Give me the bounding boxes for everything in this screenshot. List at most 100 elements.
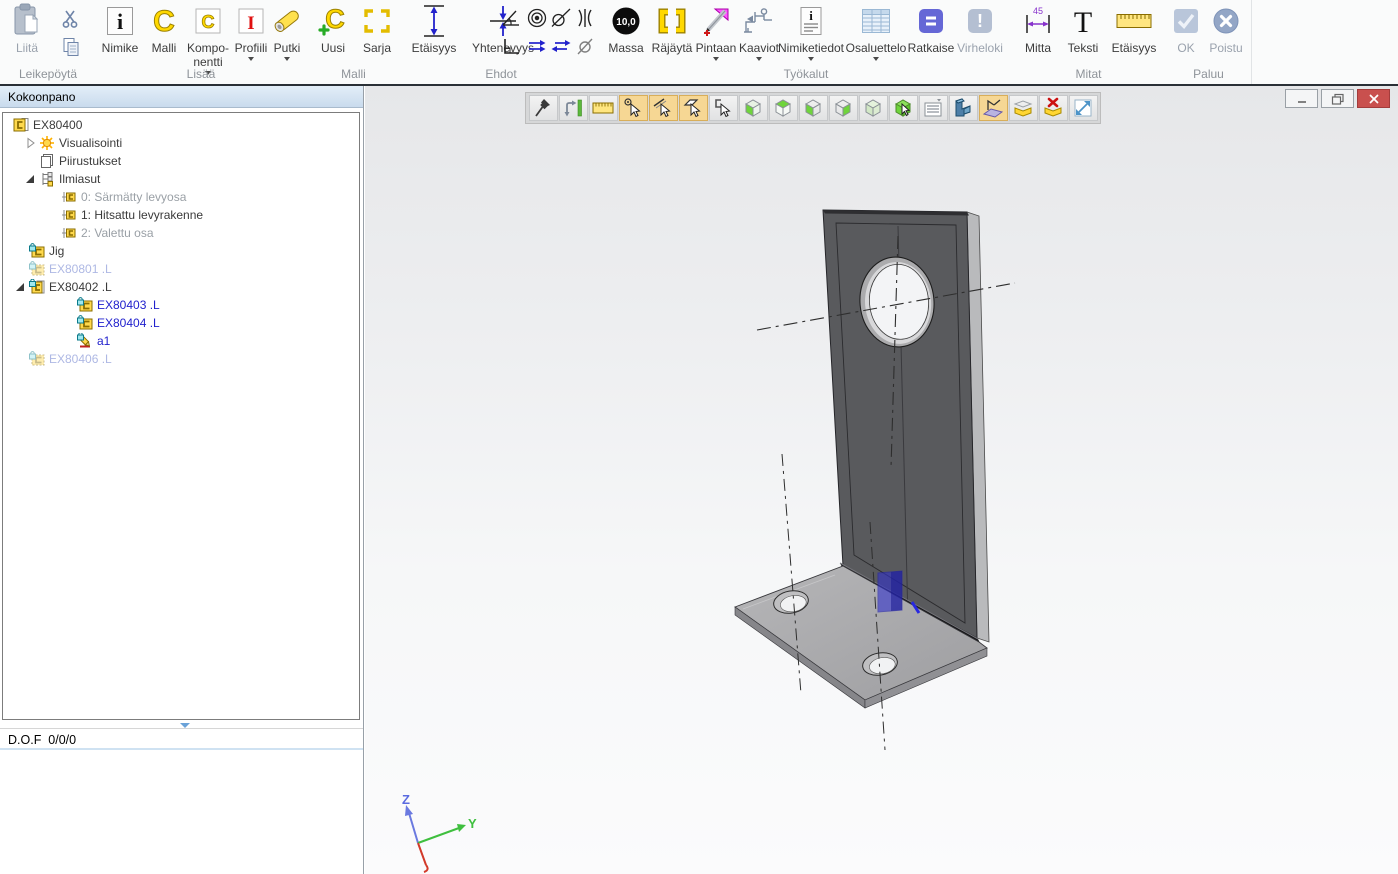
chevron-down-icon — [756, 57, 762, 61]
antiparallel-constraint-button[interactable] — [549, 34, 573, 58]
component-button[interactable]: C Kompo- nentti — [184, 2, 232, 75]
tree-item[interactable]: EX80403 .L — [3, 296, 359, 314]
tree-item-label: 2: Valettu osa — [81, 226, 154, 240]
select-component-button[interactable] — [709, 95, 738, 121]
assembly-tree[interactable]: EX80400VisualisointiPiirustuksetIlmiasut… — [2, 112, 360, 720]
antiparallel-constraint-icon — [550, 35, 572, 57]
ok-button[interactable]: OK — [1168, 2, 1204, 54]
tree-item[interactable]: EX80400 — [3, 116, 359, 134]
item-info-icon: i — [106, 2, 134, 40]
error-log-button[interactable]: ! Virheloki — [953, 2, 1007, 54]
svg-text:45: 45 — [1033, 6, 1043, 16]
text-icon: T — [1069, 2, 1097, 40]
schematics-button[interactable]: Kaaviot — [737, 2, 781, 61]
component-icon: C — [194, 2, 222, 40]
expander-expanded-icon[interactable] — [13, 279, 29, 295]
group-label-dimensions: Mitat — [1011, 67, 1166, 81]
expander-expanded-icon[interactable] — [23, 171, 39, 187]
viewport[interactable]: Z Y — [365, 86, 1398, 874]
pin-button[interactable] — [529, 95, 558, 121]
copy-button[interactable] — [60, 36, 82, 58]
tree-item[interactable]: 2: Valettu osa — [3, 224, 359, 242]
ribbon-group-constraints: Etäisyys Yhtenevyys — [401, 0, 602, 84]
profile-button[interactable]: I Profiili — [232, 2, 270, 61]
tangent-constraint-button[interactable] — [549, 6, 573, 30]
measure-route-button[interactable] — [559, 95, 588, 121]
text-button[interactable]: T Teksti — [1063, 2, 1103, 54]
concentric-constraint-button[interactable] — [525, 6, 549, 30]
series-icon — [362, 2, 392, 40]
pipe-button[interactable]: Putki — [270, 2, 304, 61]
cube-solid-button[interactable] — [859, 95, 888, 121]
cube-top-face-button[interactable] — [769, 95, 798, 121]
measure-distance-button[interactable]: Etäisyys — [1105, 2, 1163, 54]
tree-item[interactable]: a1 — [3, 332, 359, 350]
axis-z-label: Z — [402, 792, 410, 807]
solve-button[interactable]: Ratkaise — [909, 2, 953, 54]
tree-item[interactable]: EX80801 .L — [3, 260, 359, 278]
mass-button[interactable]: 10,0 Massa — [603, 2, 649, 54]
tree-item[interactable]: 1: Hitsattu levyrakenne — [3, 206, 359, 224]
ruler-icon — [592, 101, 614, 115]
expand-view-button[interactable] — [1069, 95, 1098, 121]
restore-button[interactable] — [1321, 89, 1354, 108]
angle-constraint-button[interactable] — [499, 6, 523, 30]
model-button[interactable]: C Malli — [144, 2, 184, 54]
expander-collapsed-icon[interactable] — [23, 135, 39, 151]
svg-text:C: C — [202, 12, 215, 32]
measure-button[interactable] — [589, 95, 618, 121]
mass-icon: 10,0 — [611, 2, 641, 40]
parallel-constraint-button[interactable] — [525, 34, 549, 58]
offset-constraint-button[interactable] — [573, 34, 597, 58]
model-canvas[interactable]: Z Y — [365, 86, 1398, 874]
panel-title: Kokoonpano — [0, 86, 363, 108]
solve-icon — [918, 2, 944, 40]
part-view-button[interactable] — [949, 95, 978, 121]
exit-button[interactable]: Poistu — [1204, 2, 1248, 54]
series-button[interactable]: Sarja — [356, 2, 398, 54]
select-face-button[interactable] — [679, 95, 708, 121]
dimension-button[interactable]: 45 Mitta — [1015, 2, 1061, 54]
part-ghost-icon — [29, 261, 45, 277]
box-delete-button[interactable] — [1039, 95, 1068, 121]
parts-list-button[interactable]: Osaluettelo — [845, 2, 907, 61]
item-button[interactable]: i Nimike — [98, 2, 142, 54]
to-surface-button[interactable]: Pintaan — [695, 2, 737, 61]
window-controls — [1285, 89, 1390, 108]
tree-item[interactable]: 0: Särmätty levyosa — [3, 188, 359, 206]
tree-item[interactable]: EX80404 .L — [3, 314, 359, 332]
cut-button[interactable] — [60, 8, 82, 30]
explode-button[interactable]: Räjäytä — [649, 2, 695, 54]
ribbon-group-dimensions: 45 Mitta T Teksti Etäisyys Mitat — [1011, 0, 1167, 84]
close-button[interactable] — [1357, 89, 1390, 108]
tree-item[interactable]: EX80402 .L — [3, 278, 359, 296]
select-edge-button[interactable] — [649, 95, 678, 121]
sketch-plane-button[interactable] — [979, 95, 1008, 121]
tree-item-label: EX80406 .L — [49, 352, 112, 366]
pipe-icon — [271, 2, 303, 40]
display-list-button[interactable] — [919, 95, 948, 121]
minimize-button[interactable] — [1285, 89, 1318, 108]
tree-item[interactable]: Visualisointi — [3, 134, 359, 152]
symmetry-constraint-button[interactable] — [573, 6, 597, 30]
cube-right-face-button[interactable] — [829, 95, 858, 121]
tree-item[interactable]: Jig — [3, 242, 359, 260]
distance-constraint-button[interactable]: Etäisyys — [403, 2, 465, 54]
offset-constraint-icon — [574, 35, 596, 57]
tree-item[interactable]: Piirustukset — [3, 152, 359, 170]
paste-button[interactable]: Liitä — [4, 2, 50, 54]
perpendicular-constraint-button[interactable] — [499, 34, 523, 58]
new-button[interactable]: C Uusi — [312, 2, 354, 54]
symmetry-constraint-icon — [574, 7, 596, 29]
box-open-button[interactable] — [1009, 95, 1038, 121]
cube-left-face-button[interactable] — [799, 95, 828, 121]
group-label-insert: Lisää — [96, 67, 306, 81]
cube-select-button[interactable] — [889, 95, 918, 121]
ribbon-group-model: C Uusi Sarja Malli — [306, 0, 402, 84]
tree-item[interactable]: EX80406 .L — [3, 350, 359, 368]
copy-icon — [61, 37, 81, 57]
cube-front-face-button[interactable] — [739, 95, 768, 121]
tree-item[interactable]: Ilmiasut — [3, 170, 359, 188]
item-data-button[interactable]: i Nimiketiedot — [781, 2, 841, 61]
select-point-button[interactable] — [619, 95, 648, 121]
